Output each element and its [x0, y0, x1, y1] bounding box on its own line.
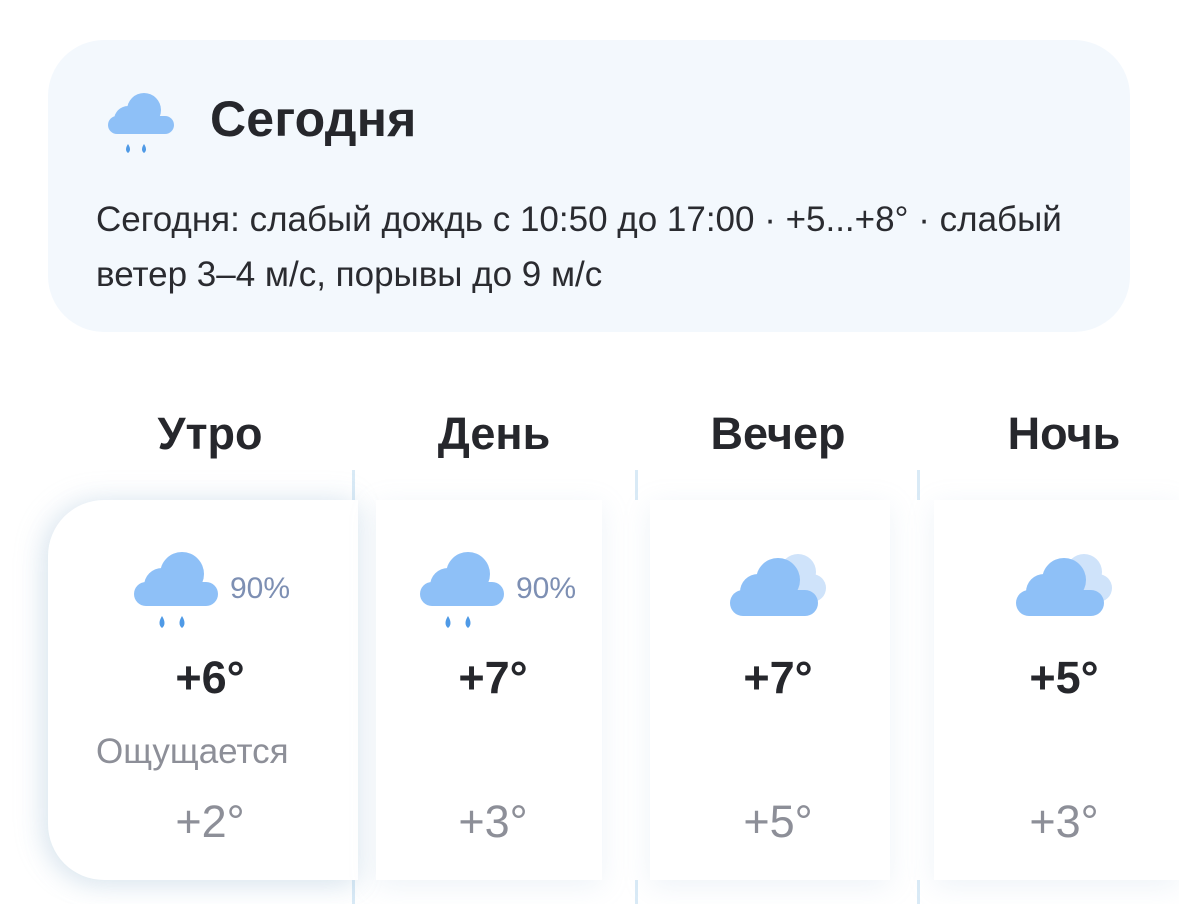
temperature: +7°	[743, 652, 813, 703]
divider	[635, 880, 638, 904]
summary-description: Сегодня: слабый дождь с 10:50 до 17:00 ·…	[96, 200, 1062, 294]
feels-like-temperature: +5°	[743, 796, 813, 847]
overcast-cloud-icon	[1016, 554, 1112, 616]
feels-like-temperature: +3°	[1029, 796, 1099, 847]
period-card-day[interactable]: 90% +7° +3°	[376, 500, 602, 880]
summary-title: Сегодня	[210, 91, 417, 147]
temperature: +7°	[458, 652, 528, 703]
period-label-night: Ночь	[1007, 408, 1121, 459]
period-card-morning[interactable]: 90% +6° Ощущается +2°	[48, 500, 358, 880]
feels-like-temperature: +3°	[458, 796, 528, 847]
divider	[352, 880, 355, 904]
temperature: +6°	[175, 652, 245, 703]
precip-probability: 90%	[230, 572, 291, 605]
today-summary-card[interactable]: Сегодня Сегодня: слабый дождь с 10:50 до…	[48, 40, 1130, 332]
period-card-evening[interactable]: +7° +5°	[650, 500, 890, 880]
feels-like-temperature: +2°	[175, 796, 245, 847]
feels-like-caption: Ощущается	[96, 732, 289, 771]
period-label-morning: Утро	[157, 408, 263, 459]
period-label-evening: Вечер	[710, 408, 846, 459]
rain-cloud-icon	[420, 552, 504, 628]
divider	[635, 470, 638, 500]
temperature: +5°	[1029, 652, 1099, 703]
period-label-day: День	[437, 408, 551, 459]
overcast-cloud-icon	[730, 554, 826, 616]
divider	[917, 880, 920, 904]
period-card-night[interactable]: +5° +3°	[934, 500, 1179, 880]
precip-probability: 90%	[516, 572, 577, 605]
rain-cloud-icon	[108, 93, 174, 153]
rain-cloud-icon	[134, 552, 218, 628]
divider	[917, 470, 920, 500]
divider	[352, 470, 355, 500]
day-periods: Утро День Вечер Ночь 90% +6° Ощущается +…	[0, 400, 1179, 904]
